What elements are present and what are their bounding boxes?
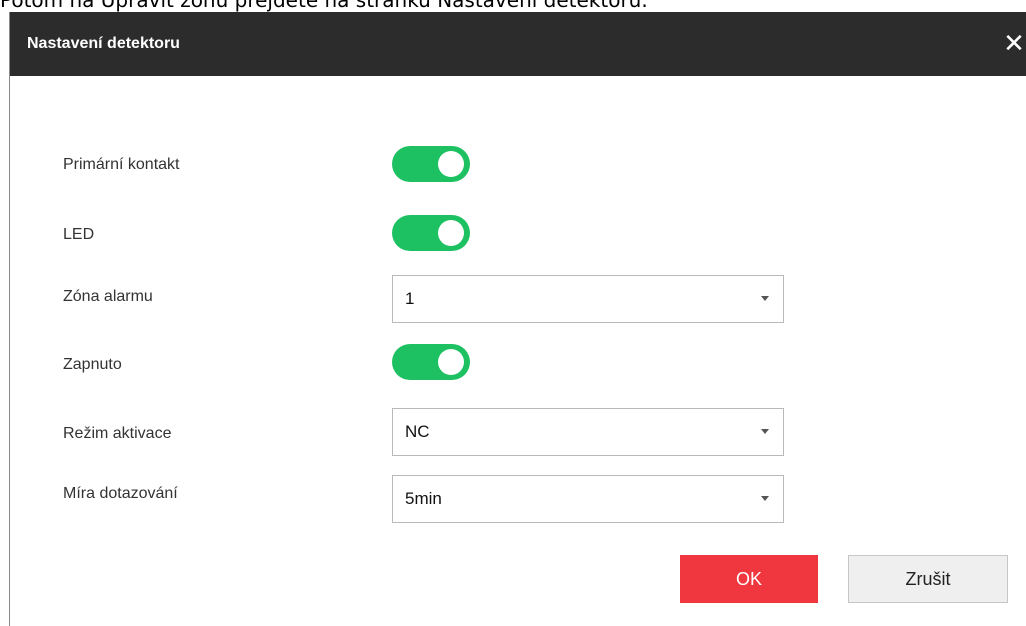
ok-button[interactable]: OK: [680, 555, 818, 603]
activation-mode-value: NC: [405, 422, 430, 441]
toggle-knob: [438, 151, 464, 177]
enabled-toggle[interactable]: [392, 344, 470, 380]
cancel-button[interactable]: Zrušit: [848, 555, 1008, 603]
chevron-down-icon: [761, 429, 769, 434]
alarm-zone-select[interactable]: 1: [392, 275, 784, 323]
toggle-knob: [438, 349, 464, 375]
polling-rate-value: 5min: [405, 489, 442, 508]
alarm-zone-label: Zóna alarmu: [63, 288, 153, 305]
dialog-titlebar: Nastavení detektoru ✕: [10, 12, 1026, 76]
chevron-down-icon: [761, 296, 769, 301]
led-label: LED: [63, 226, 95, 243]
enabled-label: Zapnuto: [63, 356, 122, 373]
polling-rate-label: Míra dotazování: [63, 485, 178, 502]
activation-mode-select[interactable]: NC: [392, 408, 784, 456]
polling-rate-select[interactable]: 5min: [392, 475, 784, 523]
detector-settings-dialog: Nastavení detektoru ✕ Primární kontakt L…: [9, 12, 1026, 626]
alarm-zone-value: 1: [405, 289, 415, 308]
primary-contact-toggle[interactable]: [392, 146, 470, 182]
led-toggle[interactable]: [392, 215, 470, 251]
close-icon[interactable]: ✕: [1001, 28, 1026, 58]
chevron-down-icon: [761, 496, 769, 501]
dialog-title: Nastavení detektoru: [27, 35, 180, 52]
activation-mode-label: Režim aktivace: [63, 425, 172, 442]
page: Potom na Upravit zónu přejděte na stránk…: [0, 0, 1026, 626]
primary-contact-label: Primární kontakt: [63, 156, 180, 173]
toggle-knob: [438, 220, 464, 246]
